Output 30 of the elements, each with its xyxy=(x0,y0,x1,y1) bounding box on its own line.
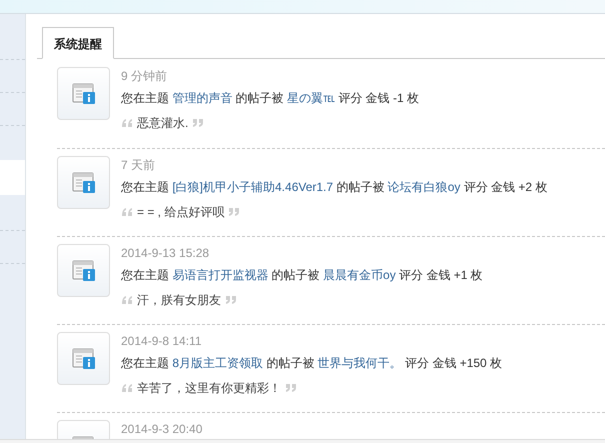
topic-link[interactable]: 易语言打开监视器 xyxy=(172,268,268,282)
user-link[interactable]: 星の翼℡ xyxy=(287,91,336,105)
close-quote-icon xyxy=(285,383,297,393)
notice-time: 2014-9-13 15:28 xyxy=(121,245,210,262)
notice-message: 您在主题 [白狼]机甲小子辅助4.46Ver1.7 的帖子被 论坛有白狼oy 评分 金钱 +2 枚 xyxy=(121,179,548,196)
rating-comment: 辛苦了，这里有你更精彩！ xyxy=(137,380,281,397)
topic-link[interactable]: 管理的声音 xyxy=(172,91,232,105)
user-link[interactable]: 世界与我何干。 xyxy=(318,356,402,370)
open-quote-icon xyxy=(121,295,133,305)
notice-tab[interactable]: 系统提醒 xyxy=(42,27,114,59)
rating-comment: 汗，朕有女朋友 xyxy=(137,292,221,309)
close-quote-icon xyxy=(192,118,204,128)
notice-time: 9 分钟前 xyxy=(121,68,168,85)
user-link[interactable]: 论坛有白狼oy xyxy=(388,180,460,194)
open-quote-icon xyxy=(121,383,133,393)
open-quote-icon xyxy=(121,207,133,217)
notice-message: 您在主题 8月版主工资领取 的帖子被 世界与我何干。 评分 金钱 +150 枚 xyxy=(121,355,502,372)
rating-comment: = = , 给点好评呗 xyxy=(137,204,224,221)
close-quote-icon xyxy=(225,295,237,305)
topic-link[interactable]: [白狼]机甲小子辅助4.46Ver1.7 xyxy=(172,180,334,194)
user-link[interactable]: 晨晨有金币oy xyxy=(323,268,396,282)
rating-comment: 恶意灌水. xyxy=(137,115,188,132)
notice-time: 7 天前 xyxy=(121,157,156,174)
close-quote-icon xyxy=(228,207,240,217)
notice-time: 2014-9-8 14:11 xyxy=(121,333,203,350)
topic-link[interactable]: 8月版主工资领取 xyxy=(172,356,264,370)
notice-message: 您在主题 易语言打开监视器 的帖子被 晨晨有金币oy 评分 金钱 +1 枚 xyxy=(121,267,483,284)
notice-time: 2014-9-3 20:40 xyxy=(121,421,202,438)
notice-message: 您在主题 管理的声音 的帖子被 星の翼℡ 评分 金钱 -1 枚 xyxy=(121,90,420,107)
open-quote-icon xyxy=(121,118,133,128)
